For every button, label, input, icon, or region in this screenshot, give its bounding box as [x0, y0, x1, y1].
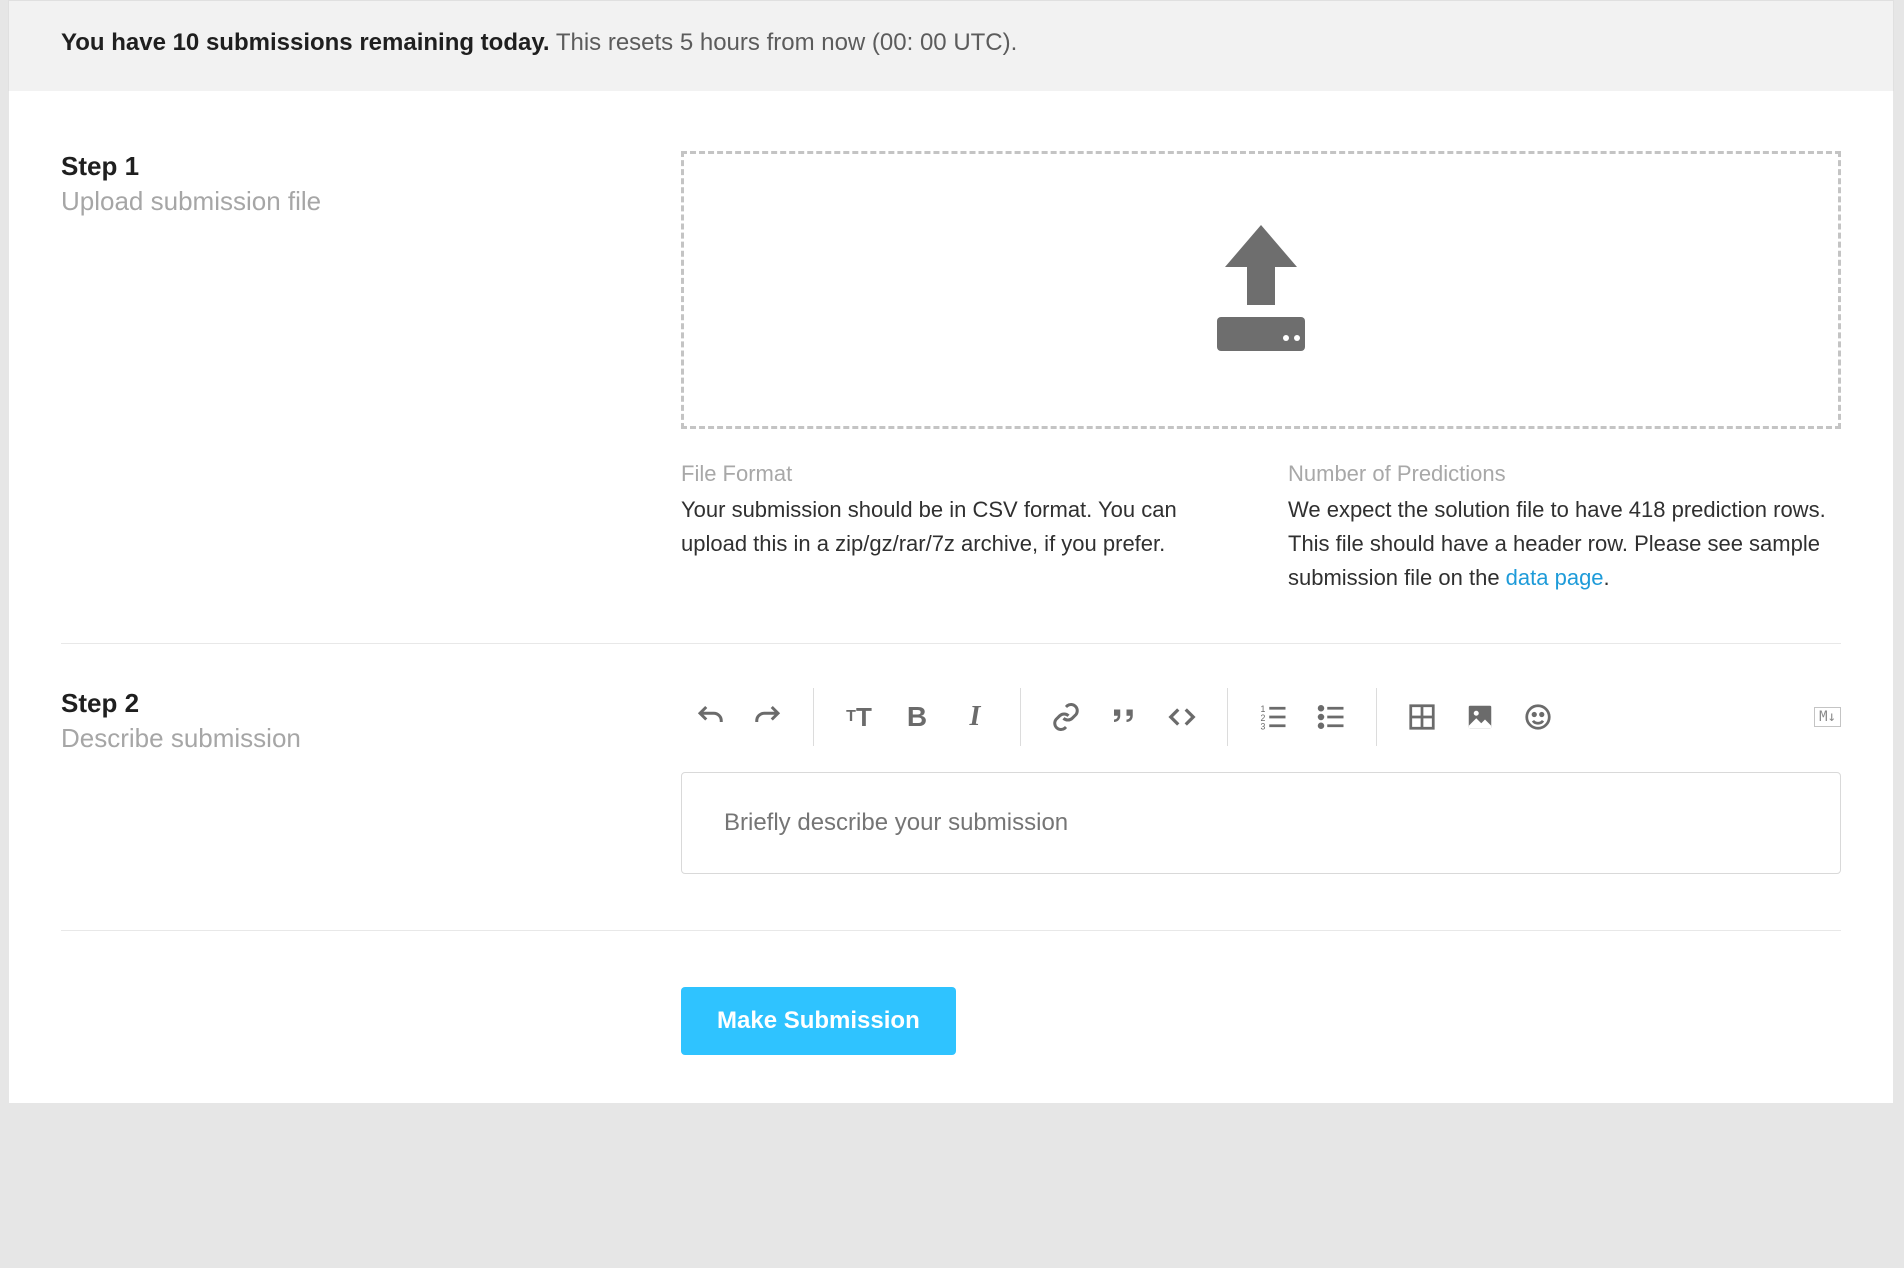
markdown-badge: M↓	[1814, 707, 1841, 727]
predictions-col: Number of Predictions We expect the solu…	[1288, 461, 1841, 595]
predictions-body-post: .	[1604, 565, 1610, 590]
toolbar-sep-2	[1020, 688, 1021, 746]
step2-heading: Step 2 Describe submission	[61, 688, 621, 874]
link-button[interactable]	[1037, 697, 1095, 737]
text-size-button[interactable]: TT	[830, 697, 888, 737]
toolbar-sep-1	[813, 688, 814, 746]
svg-text:3: 3	[1261, 722, 1266, 732]
step1-title: Step 1	[61, 151, 621, 182]
emoji-button[interactable]	[1509, 697, 1567, 737]
code-button[interactable]	[1153, 697, 1211, 737]
step2-subtitle: Describe submission	[61, 723, 621, 754]
bold-button[interactable]: B	[888, 697, 946, 737]
step2-title: Step 2	[61, 688, 621, 719]
upload-dropzone[interactable]	[681, 151, 1841, 429]
footer-spacer	[61, 987, 621, 1055]
predictions-head: Number of Predictions	[1288, 461, 1841, 487]
italic-button[interactable]: I	[946, 697, 1004, 737]
step2-row: Step 2 Describe submission TT B I 123	[61, 644, 1841, 874]
image-button[interactable]	[1451, 697, 1509, 737]
redo-button[interactable]	[739, 697, 797, 737]
step1-info-columns: File Format Your submission should be in…	[681, 461, 1841, 595]
upload-icon	[1191, 225, 1331, 355]
file-format-col: File Format Your submission should be in…	[681, 461, 1234, 595]
undo-button[interactable]	[681, 697, 739, 737]
step1-row: Step 1 Upload submission file File Forma…	[61, 151, 1841, 595]
banner-bold: You have 10 submissions remaining today.	[61, 29, 550, 56]
step2-body: TT B I 123 M↓	[681, 688, 1841, 874]
description-input[interactable]	[681, 772, 1841, 874]
data-page-link[interactable]: data page	[1506, 565, 1604, 590]
step1-body: File Format Your submission should be in…	[681, 151, 1841, 595]
remaining-submissions-banner: You have 10 submissions remaining today.…	[8, 0, 1894, 91]
footer-right: Make Submission	[681, 987, 1841, 1055]
file-format-body: Your submission should be in CSV format.…	[681, 493, 1234, 561]
quote-button[interactable]	[1095, 697, 1153, 737]
submission-card: Step 1 Upload submission file File Forma…	[8, 91, 1894, 1104]
banner-rest: This resets 5 hours from now (00: 00 UTC…	[550, 29, 1018, 56]
toolbar-sep-3	[1227, 688, 1228, 746]
toolbar-sep-4	[1376, 688, 1377, 746]
unordered-list-button[interactable]	[1302, 697, 1360, 737]
footer-row: Make Submission	[61, 931, 1841, 1055]
step1-subtitle: Upload submission file	[61, 186, 621, 217]
make-submission-button[interactable]: Make Submission	[681, 987, 956, 1055]
ordered-list-button[interactable]: 123	[1244, 697, 1302, 737]
step1-heading: Step 1 Upload submission file	[61, 151, 621, 595]
editor-toolbar: TT B I 123 M↓	[681, 688, 1841, 746]
predictions-body: We expect the solution file to have 418 …	[1288, 493, 1841, 595]
file-format-head: File Format	[681, 461, 1234, 487]
table-button[interactable]	[1393, 697, 1451, 737]
